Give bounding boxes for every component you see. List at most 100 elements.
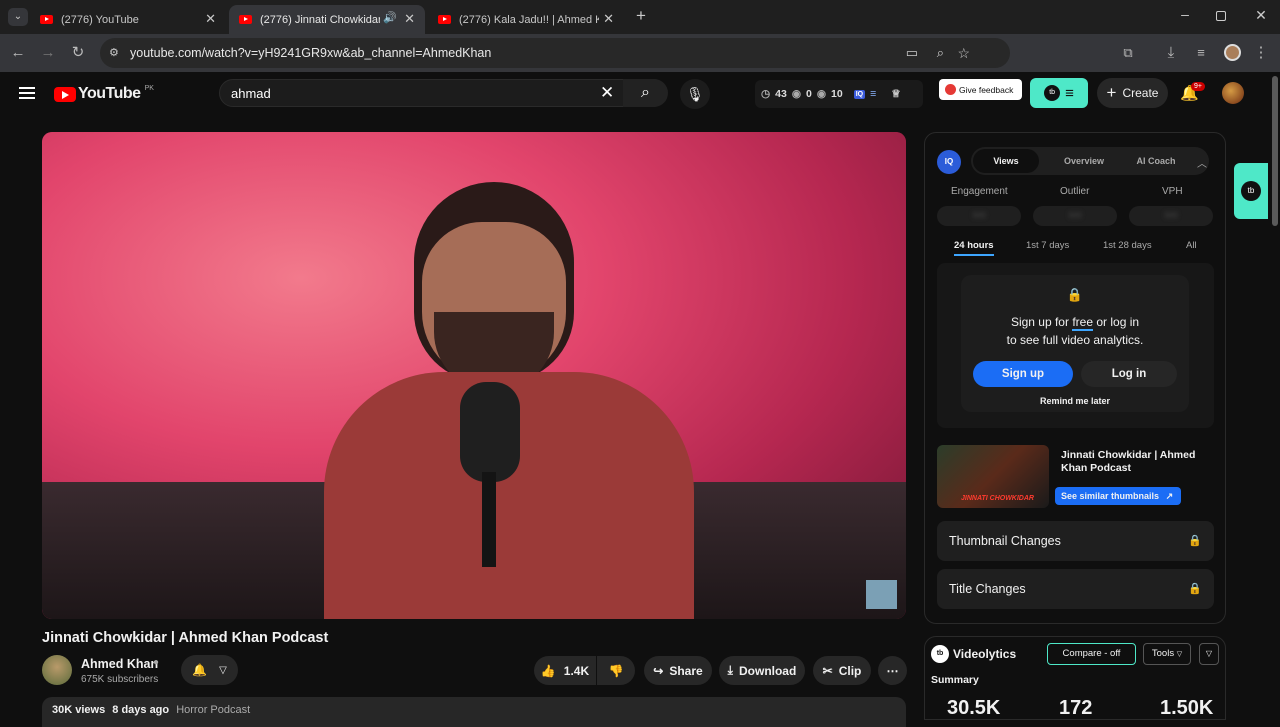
profile-avatar[interactable] (1224, 44, 1241, 61)
extensions-icon[interactable]: ⧉ (1117, 42, 1139, 64)
signup-message: Sign up for free or log in to see full v… (961, 313, 1189, 349)
bookmark-star-icon[interactable]: ☆ (957, 38, 970, 68)
new-tab-button[interactable]: + (632, 7, 650, 25)
voice-search-icon[interactable]: 🎙 (680, 79, 710, 109)
search-query: ahmad (231, 86, 271, 101)
signup-text-2: or log in (1096, 315, 1140, 329)
page-scrollbar[interactable] (1270, 72, 1280, 720)
install-app-icon[interactable]: ▭ (906, 38, 918, 68)
forward-icon[interactable]: → (37, 42, 59, 64)
browser-toolbar: ← → ↻ ⚙ youtube.com/watch?v=yH9241GR9xw&… (0, 34, 1280, 72)
similar-thumbnails-button[interactable]: See similar thumbnails ↗ (1055, 487, 1181, 505)
speaker-icon[interactable]: 🔊 (383, 11, 397, 24)
thumbnail-title: Jinnati Chowkidar | Ahmed Khan Podcast (1061, 449, 1196, 474)
browser-tab-youtube[interactable]: (2776) YouTube ✕ (30, 5, 226, 34)
range-24-hours[interactable]: 24 hours (954, 240, 994, 256)
video-microphone (460, 382, 520, 482)
back-icon[interactable]: ← (7, 42, 29, 64)
collapse-chevron-icon[interactable]: ︿ (1197, 155, 1207, 170)
tubebuddy-logo-icon: tb (931, 645, 949, 663)
give-feedback-button[interactable]: Give feedback (939, 79, 1022, 100)
site-info-icon[interactable]: ⚙ (109, 38, 119, 68)
media-control-icon[interactable]: ≡ (1190, 42, 1212, 64)
like-button[interactable]: 👍 1.4K (534, 656, 596, 685)
login-button[interactable]: Log in (1081, 361, 1177, 387)
clip-label: Clip (838, 663, 862, 678)
search-input[interactable]: ahmad ✕ ⌕ (219, 79, 668, 107)
clock-icon: ◷ (761, 88, 771, 100)
list-icon[interactable]: ≡ (870, 88, 876, 100)
download-icon: ⤓ (727, 663, 733, 677)
subscribe-bell-button[interactable]: 🔔 ▽ (181, 655, 238, 685)
summary-value-likes: 172 (1059, 697, 1093, 719)
tab-ai-coach[interactable]: AI Coach (1123, 149, 1189, 173)
scissors-icon: ✂ (822, 663, 833, 678)
reload-icon[interactable]: ↻ (67, 42, 89, 64)
compare-toggle[interactable]: Compare - off (1047, 643, 1136, 665)
bell-icon: 🔔 (192, 663, 208, 677)
metric-value-vph: 999 (1129, 206, 1213, 226)
thumbnail-preview[interactable]: JINNATI CHOWKIDAR (937, 445, 1049, 508)
create-label: Create (1122, 86, 1159, 100)
downloads-icon[interactable]: ⤓ (1160, 42, 1182, 64)
tab-search-dropdown[interactable]: ⌄ (8, 8, 28, 26)
video-player[interactable] (42, 132, 906, 619)
thumbs-up-icon: 👍 (540, 663, 556, 678)
picture-in-picture-thumb[interactable] (866, 580, 897, 609)
download-button[interactable]: ⤓ Download (719, 656, 805, 685)
signup-button[interactable]: Sign up (973, 361, 1073, 387)
youtube-favicon-icon (239, 15, 252, 24)
create-button[interactable]: + Create (1097, 78, 1168, 108)
tab-views[interactable]: Views (973, 149, 1039, 173)
signup-text-1: Sign up for (1010, 315, 1069, 329)
close-tab-icon[interactable]: ✕ (404, 11, 415, 27)
share-button[interactable]: ↪ Share (644, 656, 712, 685)
trophy-icon[interactable]: ♕ (891, 88, 900, 100)
plus-icon: + (1106, 83, 1117, 102)
eye-icon: ◉ (816, 88, 827, 100)
zoom-icon[interactable]: ⌕ (937, 38, 944, 68)
compare-label: Compare - off (1062, 648, 1121, 659)
browser-tab-kala-jadu[interactable]: (2776) Kala Jadu!! | Ahmed Khan ✕ (428, 5, 624, 34)
account-avatar[interactable] (1222, 82, 1244, 104)
chevron-down-icon: ▽ (219, 664, 227, 676)
range-all[interactable]: All (1186, 240, 1197, 251)
maximize-button[interactable] (1216, 11, 1226, 21)
close-tab-icon[interactable]: ✕ (603, 11, 614, 27)
metric-vph: VPH (1162, 186, 1183, 197)
tubebuddy-icon (945, 84, 956, 95)
verified-icon: ● (153, 657, 160, 668)
minimize-button[interactable]: – (1176, 6, 1194, 26)
tools-dropdown[interactable]: Tools ▽ (1143, 643, 1191, 665)
dislike-button[interactable]: 👎 (597, 656, 635, 685)
iq-icon[interactable]: IQ (853, 89, 866, 99)
eye-icon: ◉ (791, 88, 802, 100)
thumbnail-changes-row[interactable]: Thumbnail Changes 🔒 (937, 521, 1214, 561)
description-box[interactable]: 30K views 8 days ago Horror Podcast (42, 697, 906, 727)
hamburger-menu-icon[interactable] (19, 87, 35, 99)
remind-later-link[interactable]: Remind me later (961, 396, 1189, 406)
clear-search-icon[interactable]: ✕ (600, 83, 614, 103)
video-tag[interactable]: Horror Podcast (176, 704, 250, 716)
tubebuddy-menu-button[interactable]: tb ≡ (1030, 78, 1088, 108)
browser-tab-jinnati[interactable]: (2776) Jinnati Chowkidar | A 🔊 ✕ (229, 5, 425, 34)
channel-avatar[interactable] (42, 655, 72, 685)
browser-menu-icon[interactable]: ⋮ (1250, 42, 1272, 64)
tab-overview[interactable]: Overview (1051, 149, 1117, 173)
more-actions-button[interactable]: ⋯ (878, 656, 907, 685)
title-changes-row[interactable]: Title Changes 🔒 (937, 569, 1214, 609)
range-7-days[interactable]: 1st 7 days (1026, 240, 1069, 251)
range-28-days[interactable]: 1st 28 days (1103, 240, 1152, 251)
close-window-button[interactable]: ✕ (1252, 7, 1270, 25)
clip-button[interactable]: ✂ Clip (813, 656, 871, 685)
tubebuddy-side-tab[interactable]: tb (1234, 163, 1268, 219)
youtube-logo[interactable]: YouTube PK (54, 85, 154, 103)
scrollbar-thumb[interactable] (1272, 76, 1278, 226)
channel-name[interactable]: Ahmed Khan (81, 657, 158, 671)
metric-value-outlier: 999 (1033, 206, 1117, 226)
video-mic-handle (482, 472, 496, 567)
search-button[interactable]: ⌕ (623, 79, 668, 107)
address-bar[interactable]: ⚙ youtube.com/watch?v=yH9241GR9xw&ab_cha… (100, 38, 1010, 68)
close-tab-icon[interactable]: ✕ (205, 11, 216, 27)
expand-chevron-icon[interactable]: ▽ (1199, 643, 1219, 665)
